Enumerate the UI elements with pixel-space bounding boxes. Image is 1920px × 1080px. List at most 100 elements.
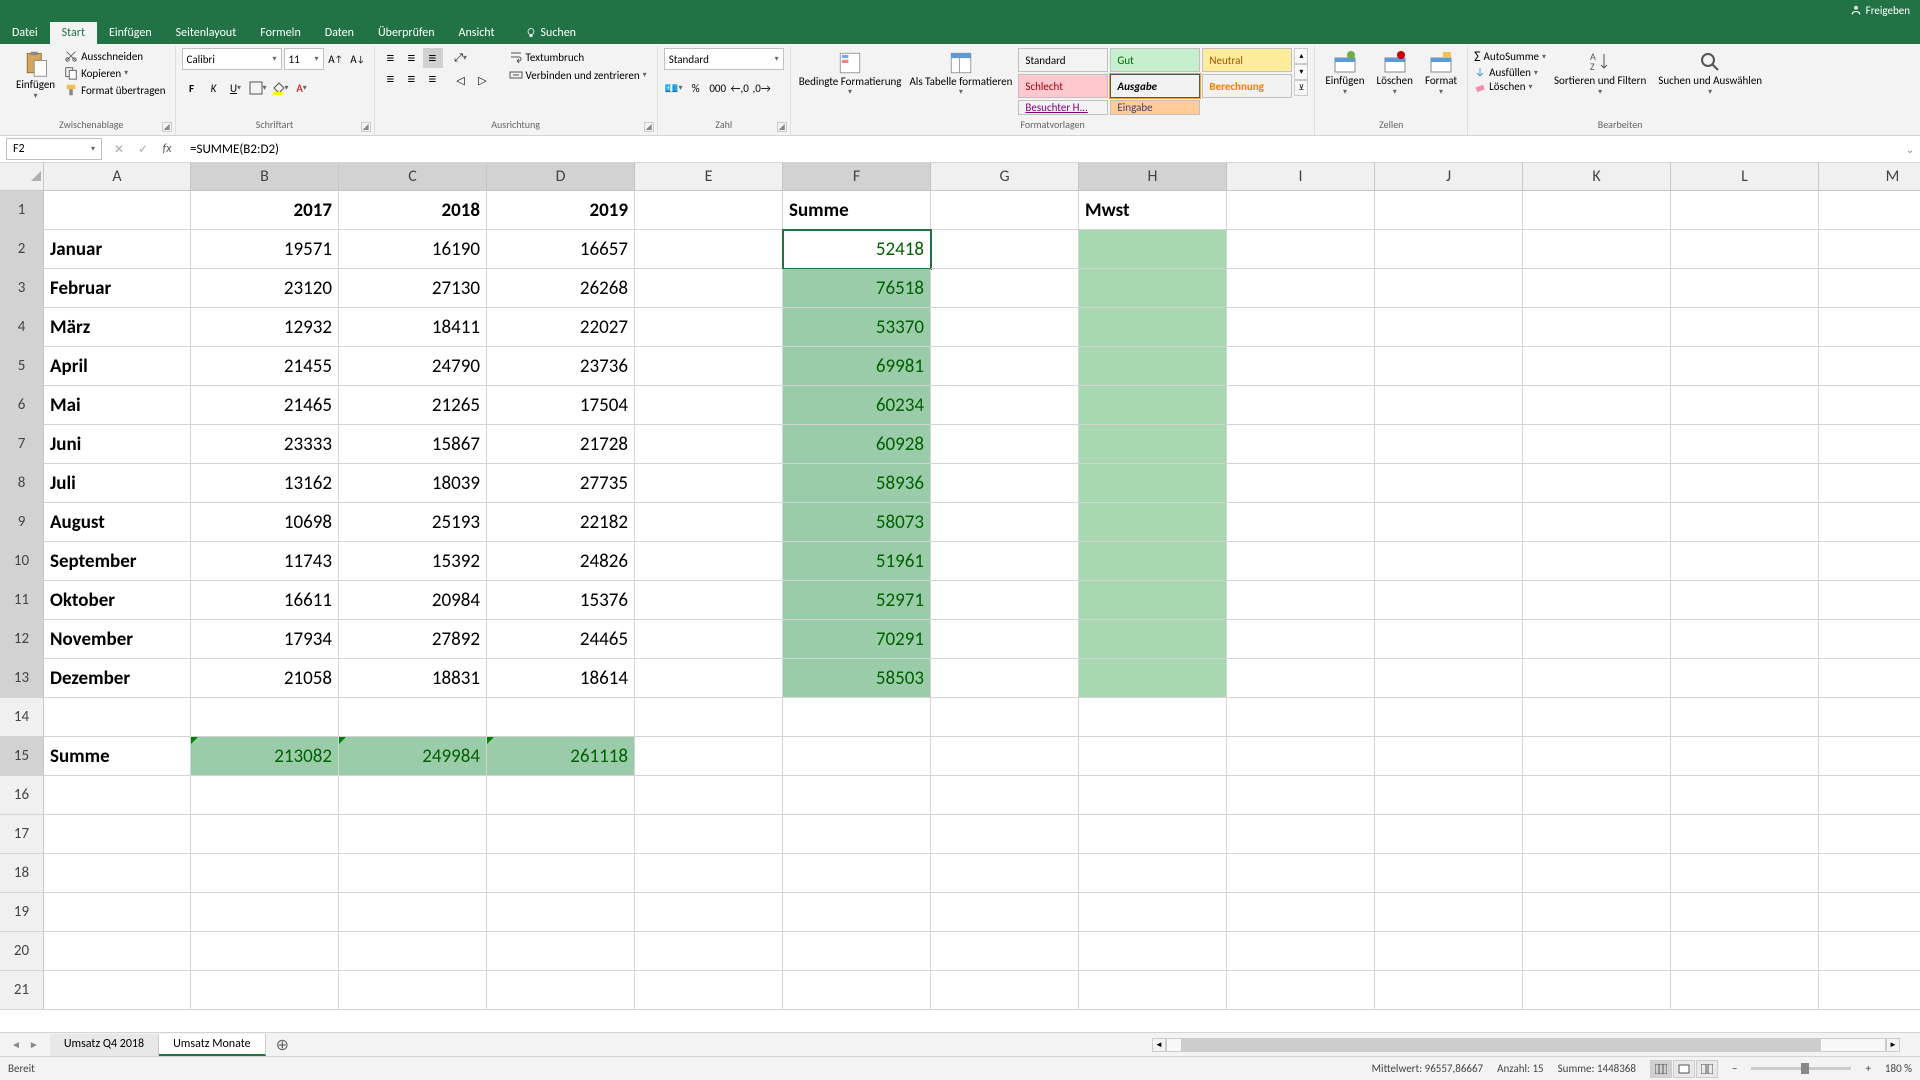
- tab-view[interactable]: Ansicht: [447, 22, 507, 44]
- cell[interactable]: [1523, 971, 1671, 1010]
- cell[interactable]: [191, 776, 339, 815]
- cell[interactable]: [1523, 542, 1671, 581]
- cell[interactable]: [635, 308, 783, 347]
- cell[interactable]: [1671, 698, 1819, 737]
- column-header-M[interactable]: M: [1819, 163, 1920, 191]
- fill-color-button[interactable]: ▾: [270, 78, 290, 98]
- cell[interactable]: [1079, 776, 1227, 815]
- cell[interactable]: [487, 776, 635, 815]
- align-center-button[interactable]: ≡: [402, 69, 422, 89]
- cell[interactable]: [1375, 581, 1523, 620]
- cell[interactable]: [635, 581, 783, 620]
- cell[interactable]: [1671, 971, 1819, 1010]
- cell[interactable]: Februar: [44, 269, 191, 308]
- cell[interactable]: 21455: [191, 347, 339, 386]
- cell[interactable]: [1819, 425, 1920, 464]
- cell[interactable]: [635, 191, 783, 230]
- cell[interactable]: [1227, 269, 1375, 308]
- cell[interactable]: [931, 464, 1079, 503]
- cell[interactable]: [1375, 191, 1523, 230]
- cell[interactable]: 15376: [487, 581, 635, 620]
- scroll-left-button[interactable]: ◄: [1152, 1038, 1166, 1052]
- row-header-10[interactable]: 10: [0, 542, 44, 581]
- cell[interactable]: [635, 932, 783, 971]
- cell[interactable]: 2019: [487, 191, 635, 230]
- cell[interactable]: [1079, 230, 1227, 269]
- cell[interactable]: Juni: [44, 425, 191, 464]
- cell[interactable]: 60928: [783, 425, 931, 464]
- cell[interactable]: [1079, 581, 1227, 620]
- cell[interactable]: 70291: [783, 620, 931, 659]
- cell[interactable]: 76518: [783, 269, 931, 308]
- cell[interactable]: [1079, 698, 1227, 737]
- indent-increase-button[interactable]: ▷: [473, 70, 493, 90]
- enter-formula-button[interactable]: ✓: [132, 138, 154, 160]
- cell[interactable]: 17504: [487, 386, 635, 425]
- cell[interactable]: 23120: [191, 269, 339, 308]
- cell[interactable]: [1227, 542, 1375, 581]
- cell[interactable]: [1375, 893, 1523, 932]
- cell[interactable]: [1079, 269, 1227, 308]
- cell[interactable]: [783, 971, 931, 1010]
- cell[interactable]: [339, 971, 487, 1010]
- cell[interactable]: [487, 932, 635, 971]
- clear-button[interactable]: Löschen▾: [1474, 80, 1546, 93]
- row-header-2[interactable]: 2: [0, 230, 44, 269]
- align-left-button[interactable]: ≡: [381, 69, 401, 89]
- cell[interactable]: [487, 971, 635, 1010]
- row-header-7[interactable]: 7: [0, 425, 44, 464]
- cell[interactable]: [783, 815, 931, 854]
- cell[interactable]: [1375, 464, 1523, 503]
- share-button[interactable]: Freigeben: [1850, 4, 1910, 17]
- cell[interactable]: [1079, 503, 1227, 542]
- cell[interactable]: [339, 815, 487, 854]
- cell[interactable]: [635, 269, 783, 308]
- cell[interactable]: [931, 815, 1079, 854]
- cell[interactable]: [931, 893, 1079, 932]
- row-header-8[interactable]: 8: [0, 464, 44, 503]
- row-header-9[interactable]: 9: [0, 503, 44, 542]
- cell[interactable]: [1671, 815, 1819, 854]
- align-bottom-button[interactable]: ≡: [423, 48, 443, 68]
- cell[interactable]: [1671, 503, 1819, 542]
- cell[interactable]: [44, 776, 191, 815]
- cell[interactable]: [931, 347, 1079, 386]
- cell[interactable]: [487, 893, 635, 932]
- increase-decimal-button[interactable]: ←,0: [730, 78, 750, 98]
- cell[interactable]: [1375, 659, 1523, 698]
- row-header-17[interactable]: 17: [0, 815, 44, 854]
- cell[interactable]: [1227, 191, 1375, 230]
- cell[interactable]: [1671, 659, 1819, 698]
- cell[interactable]: [1079, 659, 1227, 698]
- cell[interactable]: [487, 854, 635, 893]
- comma-button[interactable]: 000: [708, 78, 728, 98]
- cell[interactable]: [191, 815, 339, 854]
- cell[interactable]: [1523, 893, 1671, 932]
- cell[interactable]: Dezember: [44, 659, 191, 698]
- cell[interactable]: [1079, 971, 1227, 1010]
- cell[interactable]: [1227, 503, 1375, 542]
- cell[interactable]: 26268: [487, 269, 635, 308]
- cell[interactable]: [931, 620, 1079, 659]
- cell[interactable]: Juli: [44, 464, 191, 503]
- cell[interactable]: [931, 581, 1079, 620]
- cell[interactable]: 52971: [783, 581, 931, 620]
- cell[interactable]: [339, 698, 487, 737]
- cell[interactable]: [1819, 854, 1920, 893]
- cell[interactable]: [1079, 854, 1227, 893]
- cell[interactable]: [1523, 776, 1671, 815]
- view-pagebreak-button[interactable]: [1696, 1060, 1718, 1078]
- cell[interactable]: [1671, 932, 1819, 971]
- cell[interactable]: [44, 971, 191, 1010]
- cell[interactable]: [1819, 620, 1920, 659]
- cell[interactable]: [1671, 269, 1819, 308]
- cell[interactable]: [1819, 191, 1920, 230]
- cell[interactable]: [931, 308, 1079, 347]
- style-ausgabe[interactable]: Ausgabe: [1110, 74, 1200, 98]
- zoom-plus[interactable]: +: [1865, 1062, 1870, 1075]
- cell[interactable]: 213082: [191, 737, 339, 776]
- cell[interactable]: [1227, 932, 1375, 971]
- cell[interactable]: [1375, 776, 1523, 815]
- cell[interactable]: [1819, 698, 1920, 737]
- row-header-18[interactable]: 18: [0, 854, 44, 893]
